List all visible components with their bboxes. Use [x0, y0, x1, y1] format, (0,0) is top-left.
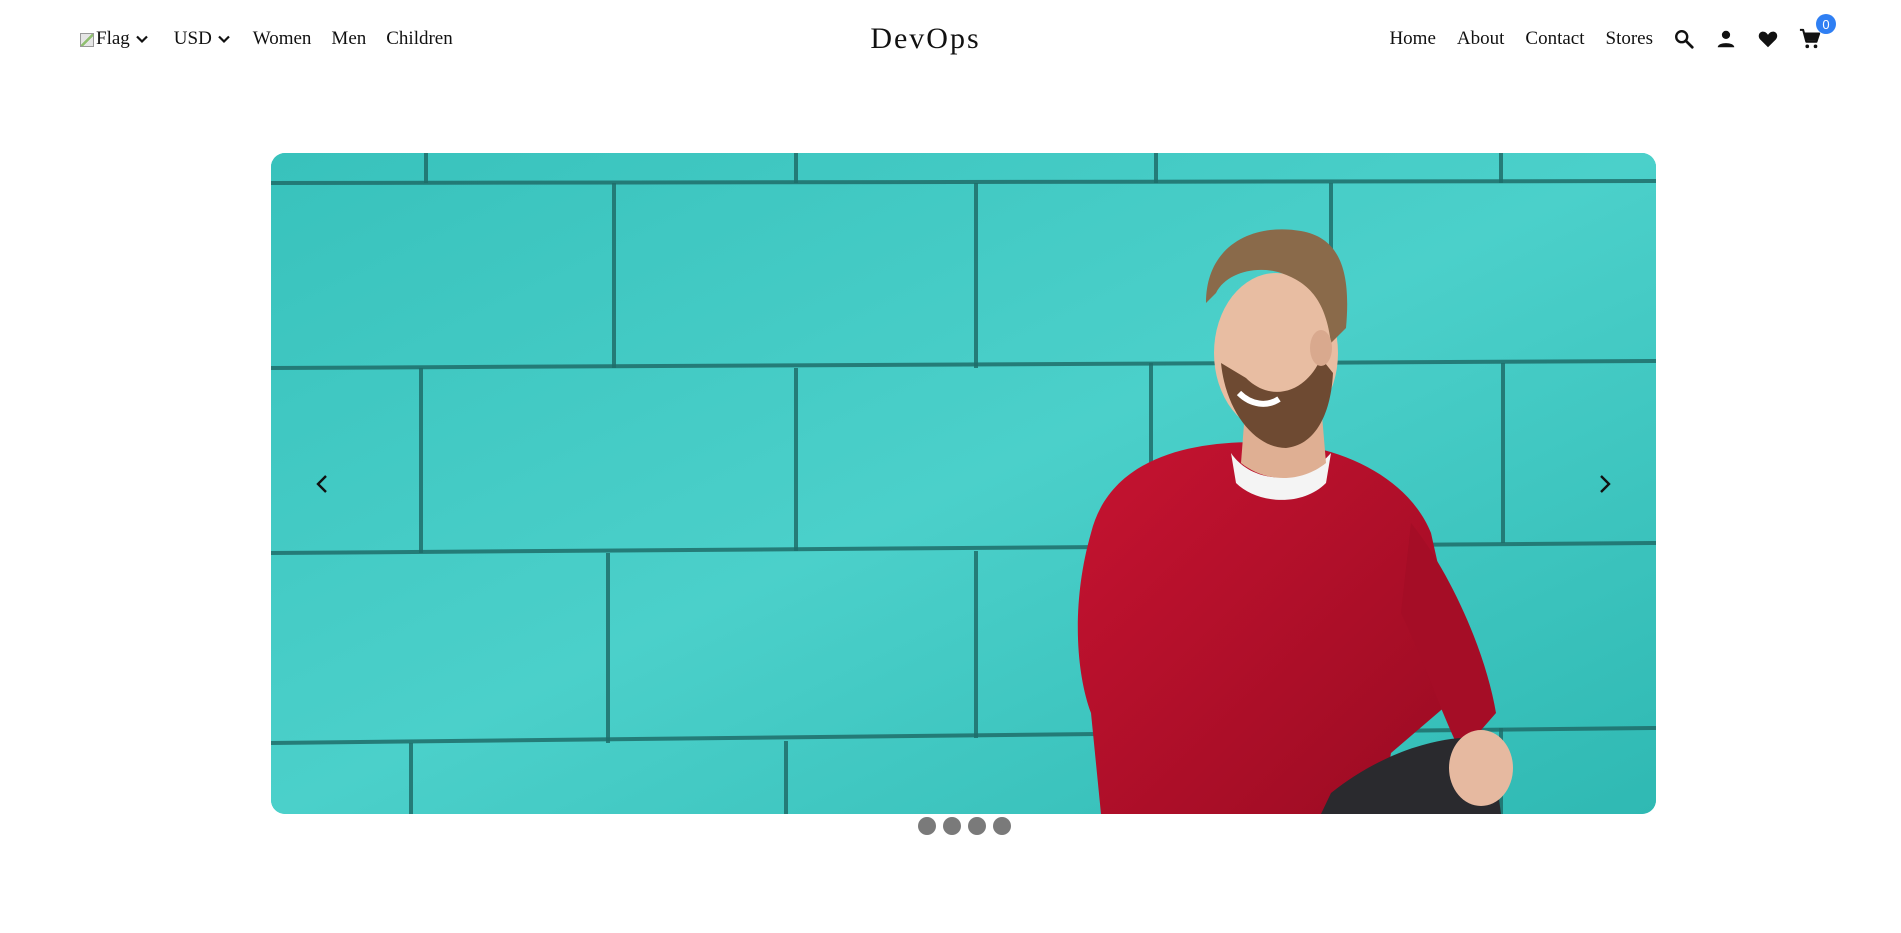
carousel-indicators [918, 817, 1011, 835]
carousel-dot-4[interactable] [993, 817, 1011, 835]
cart-count-badge: 0 [1816, 14, 1836, 34]
nav-contact[interactable]: Contact [1525, 28, 1584, 50]
nav-home[interactable]: Home [1389, 28, 1435, 50]
heart-icon [1758, 31, 1778, 48]
hero-image [271, 153, 1656, 814]
account-button[interactable] [1715, 28, 1737, 50]
nav-stores[interactable]: Stores [1606, 28, 1654, 50]
site-header: Flag USD Women Men Children DevOps Home … [0, 0, 1901, 85]
carousel-dot-3[interactable] [968, 817, 986, 835]
wishlist-button[interactable] [1757, 28, 1779, 50]
right-nav: Home About Contact Stores 0 [1368, 14, 1836, 50]
search-icon [1675, 30, 1694, 49]
nav-about[interactable]: About [1457, 28, 1505, 50]
cart-icon [1799, 28, 1821, 49]
user-icon [1717, 30, 1735, 48]
search-button[interactable] [1673, 28, 1695, 50]
hero-carousel [271, 153, 1656, 814]
cart-button[interactable]: 0 [1799, 14, 1836, 50]
carousel-next-button[interactable] [1584, 464, 1624, 504]
carousel-dot-2[interactable] [943, 817, 961, 835]
carousel-dot-1[interactable] [918, 817, 936, 835]
chevron-right-icon [1600, 475, 1611, 493]
carousel-prev-button[interactable] [303, 464, 343, 504]
chevron-left-icon [316, 475, 327, 493]
